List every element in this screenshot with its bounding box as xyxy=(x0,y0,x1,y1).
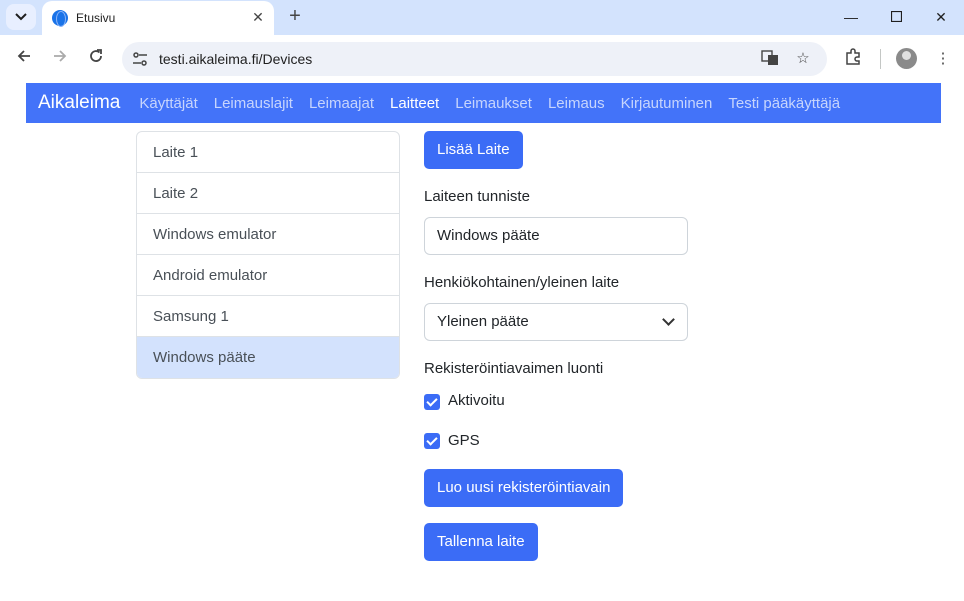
device-list-item[interactable]: Laite 2 xyxy=(137,173,399,214)
nav-link-leimauslajit[interactable]: Leimauslajit xyxy=(214,95,293,112)
device-id-input[interactable]: Windows pääte xyxy=(424,217,688,255)
browser-tab-strip: Etusivu ✕ + — ✕ xyxy=(0,0,964,35)
app-navbar: Aikaleima Käyttäjät Leimauslajit Leimaaj… xyxy=(26,83,941,123)
tab-title: Etusivu xyxy=(76,11,116,25)
chevron-down-icon xyxy=(15,13,27,21)
brand-logo[interactable]: Aikaleima xyxy=(38,92,120,114)
address-bar[interactable]: testi.aikaleima.fi/Devices ☆ xyxy=(122,42,827,76)
device-list-item[interactable]: Windows emulator xyxy=(137,214,399,255)
device-list-item-selected[interactable]: Windows pääte xyxy=(137,337,399,378)
translate-icon[interactable] xyxy=(760,49,780,69)
nav-link-kayttajat[interactable]: Käyttäjät xyxy=(139,95,197,112)
close-window-button[interactable]: ✕ xyxy=(929,6,953,28)
chevron-down-icon xyxy=(662,313,675,326)
activated-label[interactable]: Aktivoitu xyxy=(448,392,505,409)
gps-label[interactable]: GPS xyxy=(448,432,480,449)
device-id-label: Laiteen tunniste xyxy=(424,188,530,205)
bookmark-star-icon[interactable]: ☆ xyxy=(793,49,813,69)
device-list-item[interactable]: Android emulator xyxy=(137,255,399,296)
nav-link-user[interactable]: Testi pääkäyttäjä xyxy=(728,95,840,112)
profile-avatar[interactable] xyxy=(896,48,917,69)
device-type-label: Henkiökohtainen/yleinen laite xyxy=(424,274,620,291)
browser-toolbar: testi.aikaleima.fi/Devices ☆ ⋮ xyxy=(0,35,964,83)
nav-link-kirjautuminen[interactable]: Kirjautuminen xyxy=(621,95,713,112)
arrow-left-icon xyxy=(17,50,30,62)
save-device-button[interactable]: Tallenna laite xyxy=(424,523,538,561)
nav-link-leimaukset[interactable]: Leimaukset xyxy=(455,95,532,112)
nav-link-laitteet[interactable]: Laitteet xyxy=(390,95,439,112)
browser-tab[interactable]: Etusivu ✕ xyxy=(42,1,274,35)
registration-key-label: Rekisteröintiavaimen luonti xyxy=(424,360,604,377)
extensions-icon[interactable] xyxy=(842,48,864,70)
create-registration-key-button[interactable]: Luo uusi rekisteröintiavain xyxy=(424,469,624,507)
device-list-item[interactable]: Laite 1 xyxy=(137,132,399,173)
maximize-icon xyxy=(890,10,902,23)
minimize-button[interactable]: — xyxy=(839,6,863,28)
back-button[interactable] xyxy=(12,47,36,71)
maximize-button[interactable] xyxy=(884,6,908,28)
more-menu-icon[interactable]: ⋮ xyxy=(932,48,954,70)
nav-link-leimaajat[interactable]: Leimaajat xyxy=(309,95,374,112)
reload-icon xyxy=(90,49,102,62)
activated-checkbox[interactable] xyxy=(424,394,440,410)
globe-icon xyxy=(52,10,68,27)
device-list: Laite 1 Laite 2 Windows emulator Android… xyxy=(136,131,400,379)
gps-checkbox[interactable] xyxy=(424,433,440,449)
device-list-item[interactable]: Samsung 1 xyxy=(137,296,399,337)
site-settings-icon[interactable] xyxy=(132,51,148,67)
url-text[interactable]: testi.aikaleima.fi/Devices xyxy=(159,51,312,67)
nav-link-leimaus[interactable]: Leimaus xyxy=(548,95,605,112)
arrow-right-icon xyxy=(54,50,67,62)
add-device-button[interactable]: Lisää Laite xyxy=(424,131,523,169)
toolbar-divider xyxy=(880,49,881,69)
new-tab-button[interactable]: + xyxy=(284,6,306,28)
tab-search-button[interactable] xyxy=(6,4,36,30)
close-tab-icon[interactable]: ✕ xyxy=(250,9,266,25)
reload-button[interactable] xyxy=(84,47,108,71)
device-type-select[interactable]: Yleinen pääte xyxy=(424,303,688,341)
forward-button[interactable] xyxy=(48,47,72,71)
device-type-value: Yleinen pääte xyxy=(437,313,529,330)
